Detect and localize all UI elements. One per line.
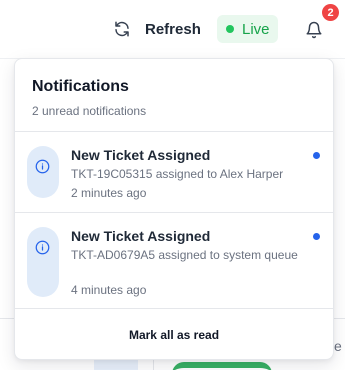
notification-time: 4 minutes ago bbox=[71, 283, 147, 297]
notifications-title: Notifications bbox=[32, 78, 129, 95]
unread-indicator bbox=[313, 152, 320, 159]
notification-item[interactable]: New Ticket Assigned TKT-AD0679A5 assigne… bbox=[15, 213, 333, 309]
mark-all-read-button[interactable]: Mark all as read bbox=[129, 328, 219, 342]
unread-indicator bbox=[313, 233, 320, 240]
notifications-button[interactable] bbox=[303, 19, 325, 41]
notifications-subtitle: 2 unread notifications bbox=[32, 104, 147, 118]
notifications-dropdown: Notifications 2 unread notifications New… bbox=[14, 58, 334, 360]
notification-icon-container bbox=[27, 146, 59, 198]
top-bar: Refresh Live 2 bbox=[0, 0, 345, 58]
notification-icon-container bbox=[27, 227, 59, 297]
refresh-icon bbox=[113, 20, 131, 38]
refresh-button[interactable]: Refresh bbox=[113, 16, 201, 42]
refresh-label: Refresh bbox=[145, 20, 201, 38]
notification-time: 2 minutes ago bbox=[71, 186, 147, 200]
notifications-header: Notifications 2 unread notifications bbox=[15, 59, 333, 132]
background-card-text: e bbox=[334, 338, 342, 354]
background-stat-arc bbox=[172, 362, 272, 370]
live-dot-icon bbox=[226, 25, 234, 33]
bell-icon bbox=[303, 21, 325, 39]
notification-description: TKT-AD0679A5 assigned to system queue bbox=[71, 248, 298, 262]
notifications-footer: Mark all as read bbox=[15, 309, 333, 359]
live-label: Live bbox=[242, 20, 270, 38]
live-status-badge: Live bbox=[217, 15, 278, 43]
notification-description: TKT-19C05315 assigned to Alex Harper bbox=[71, 167, 284, 181]
notification-title: New Ticket Assigned bbox=[71, 147, 211, 163]
notification-title: New Ticket Assigned bbox=[71, 228, 211, 244]
notification-item[interactable]: New Ticket Assigned TKT-19C05315 assigne… bbox=[15, 132, 333, 213]
notification-count-badge: 2 bbox=[322, 4, 339, 21]
